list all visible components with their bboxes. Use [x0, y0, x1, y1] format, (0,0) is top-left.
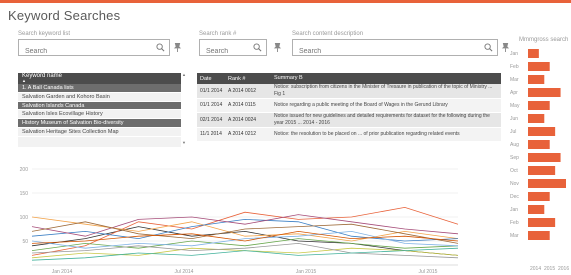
keyword-list-item[interactable]: 1. A Ball Canada lists: [18, 84, 181, 93]
content-search-input[interactable]: [293, 44, 497, 59]
y-tick-label: 100: [20, 215, 29, 221]
bar-axis-tick: 2015: [544, 266, 555, 272]
bar[interactable]: [528, 62, 550, 71]
rank-filter-label: Search rank #: [199, 31, 237, 37]
table-row[interactable]: 01/1 2014 A 2014 0115 Notice regarding a p…: [197, 98, 501, 113]
bar[interactable]: [528, 218, 556, 227]
keyword-list-item[interactable]: Salvation Garden and Kohoro Basin: [18, 92, 181, 102]
scroll-down-icon[interactable]: ▼: [182, 141, 186, 145]
date-cell: 01/1 2014: [200, 102, 223, 109]
search-icon[interactable]: [253, 43, 262, 52]
keyword-trend-line-chart: 200 150 100 50 Jan 2014 Jul 2014 Jan 2015 Jul 2…: [20, 167, 459, 275]
x-tick-label: Jan 2014: [52, 269, 73, 275]
bar[interactable]: [528, 192, 550, 201]
page-title: Keyword Searches: [8, 8, 121, 23]
bar[interactable]: [528, 49, 539, 58]
rank-search-box[interactable]: [199, 39, 267, 59]
bar-category-label: Jan: [510, 51, 518, 57]
table-header: Date Rank # Summary B: [197, 73, 501, 84]
bar-category-label: Oct: [510, 168, 518, 174]
bar[interactable]: [528, 140, 550, 149]
table-row[interactable]: 02/1 2014 A 2014 0024 Notice issued for ne…: [197, 113, 501, 128]
bar-category-label: Feb: [510, 220, 519, 226]
table-row[interactable]: 11/1 2014 A 2014 0212 Notice: the resoluti…: [197, 127, 501, 142]
rank-cell: A 2014 0012: [228, 87, 257, 94]
scroll-up-icon[interactable]: ▲: [182, 73, 186, 77]
bar-axis-tick: 2014: [530, 266, 541, 272]
rank-cell: A 2014 0115: [228, 102, 256, 109]
bar-category-label: Mar: [510, 77, 519, 83]
bar[interactable]: [528, 179, 566, 188]
search-icon[interactable]: [484, 43, 493, 52]
search-icon[interactable]: [156, 43, 165, 52]
bar-panel-label: Mmmgross search: [519, 37, 569, 43]
keyword-list: Keyword name ▲ 1. A Ball Canada lists Sal…: [18, 73, 181, 147]
bar-category-label: Mar: [510, 233, 519, 239]
bar[interactable]: [528, 231, 550, 240]
summary-cell: Notice issued for new guidelines and det…: [274, 113, 490, 126]
content-search-box[interactable]: [292, 39, 498, 59]
keyword-search-box[interactable]: [18, 39, 170, 59]
bar-axis-tick: 2016: [558, 266, 569, 272]
bar[interactable]: [528, 101, 550, 110]
summary-cell: Notice regarding a public meeting of the…: [274, 102, 448, 108]
table-row[interactable]: 01/1 2014 A 2014 0012 Notice: subscription…: [197, 84, 501, 99]
bar-category-label: Jan: [510, 207, 518, 213]
bar-category-label: Apr: [510, 90, 518, 96]
bar-category-label: Sep: [510, 155, 519, 161]
bar[interactable]: [528, 166, 556, 175]
date-cell: 02/1 2014: [200, 116, 223, 123]
keyword-list-item[interactable]: Salvation Islands Canada: [18, 101, 181, 111]
date-cell: 11/1 2014: [200, 131, 222, 138]
date-cell: 01/1 2014: [200, 87, 223, 94]
x-tick-label: Jan 2015: [296, 269, 317, 275]
pin-icon[interactable]: [173, 42, 182, 53]
keyword-list-item[interactable]: History Museum of Salvation Bio-diversit…: [18, 119, 181, 128]
rank-cell: A 2014 0212: [228, 131, 257, 138]
bar-category-label: Jul: [510, 129, 516, 135]
detail-table: Date Rank # Summary B 01/1 2014 A 2014 00…: [197, 73, 501, 147]
y-tick-label: 150: [20, 191, 29, 197]
bar-category-label: Jun: [510, 116, 518, 122]
bar[interactable]: [528, 153, 561, 162]
bar[interactable]: [528, 75, 545, 84]
bar[interactable]: [528, 205, 545, 214]
bar-category-label: Nov: [510, 181, 519, 187]
bar[interactable]: [528, 114, 545, 123]
column-header-summary[interactable]: Summary B: [271, 75, 501, 82]
keyword-search-input[interactable]: [19, 44, 169, 59]
summary-cell: Notice: subscription from citizens in th…: [274, 84, 493, 97]
keyword-filter-label: Search keyword list: [18, 31, 71, 37]
keyword-list-header[interactable]: Keyword name ▲: [18, 73, 181, 84]
y-tick-label: 50: [22, 239, 28, 245]
y-tick-label: 200: [20, 167, 29, 173]
column-header-date[interactable]: Date: [197, 76, 226, 82]
column-header-rank[interactable]: Rank #: [226, 76, 271, 82]
x-tick-label: Jul 2015: [419, 269, 438, 275]
bar[interactable]: [528, 88, 561, 97]
bar-category-label: May: [510, 103, 520, 109]
pin-icon[interactable]: [273, 42, 282, 53]
accent-topbar: [0, 0, 571, 3]
sort-arrow-icon[interactable]: ▲: [22, 78, 177, 84]
content-filter-label: Search content description: [292, 31, 364, 37]
series-line[interactable]: [31, 218, 459, 242]
bar-category-label: Aug: [510, 142, 519, 148]
keyword-list-scrollbar[interactable]: ▲ ▼: [182, 73, 186, 145]
keyword-list-item[interactable]: Salvation Isles Ecovillage History: [18, 110, 181, 120]
bar-category-label: Dec: [510, 194, 519, 200]
rank-cell: A 2014 0024: [228, 116, 257, 123]
bar-category-label: Feb: [510, 64, 519, 70]
keyword-list-item[interactable]: Salvation Heritage Sites Collection Map: [18, 127, 181, 137]
monthly-bar-chart: Jan Feb Mar Apr May Jun Jul Aug Sep Oct Nov Dec Jan F…: [510, 49, 569, 272]
bar[interactable]: [528, 127, 556, 136]
x-tick-label: Jul 2014: [175, 269, 194, 275]
summary-cell: Notice: the resolution to be placed on .…: [274, 131, 460, 137]
